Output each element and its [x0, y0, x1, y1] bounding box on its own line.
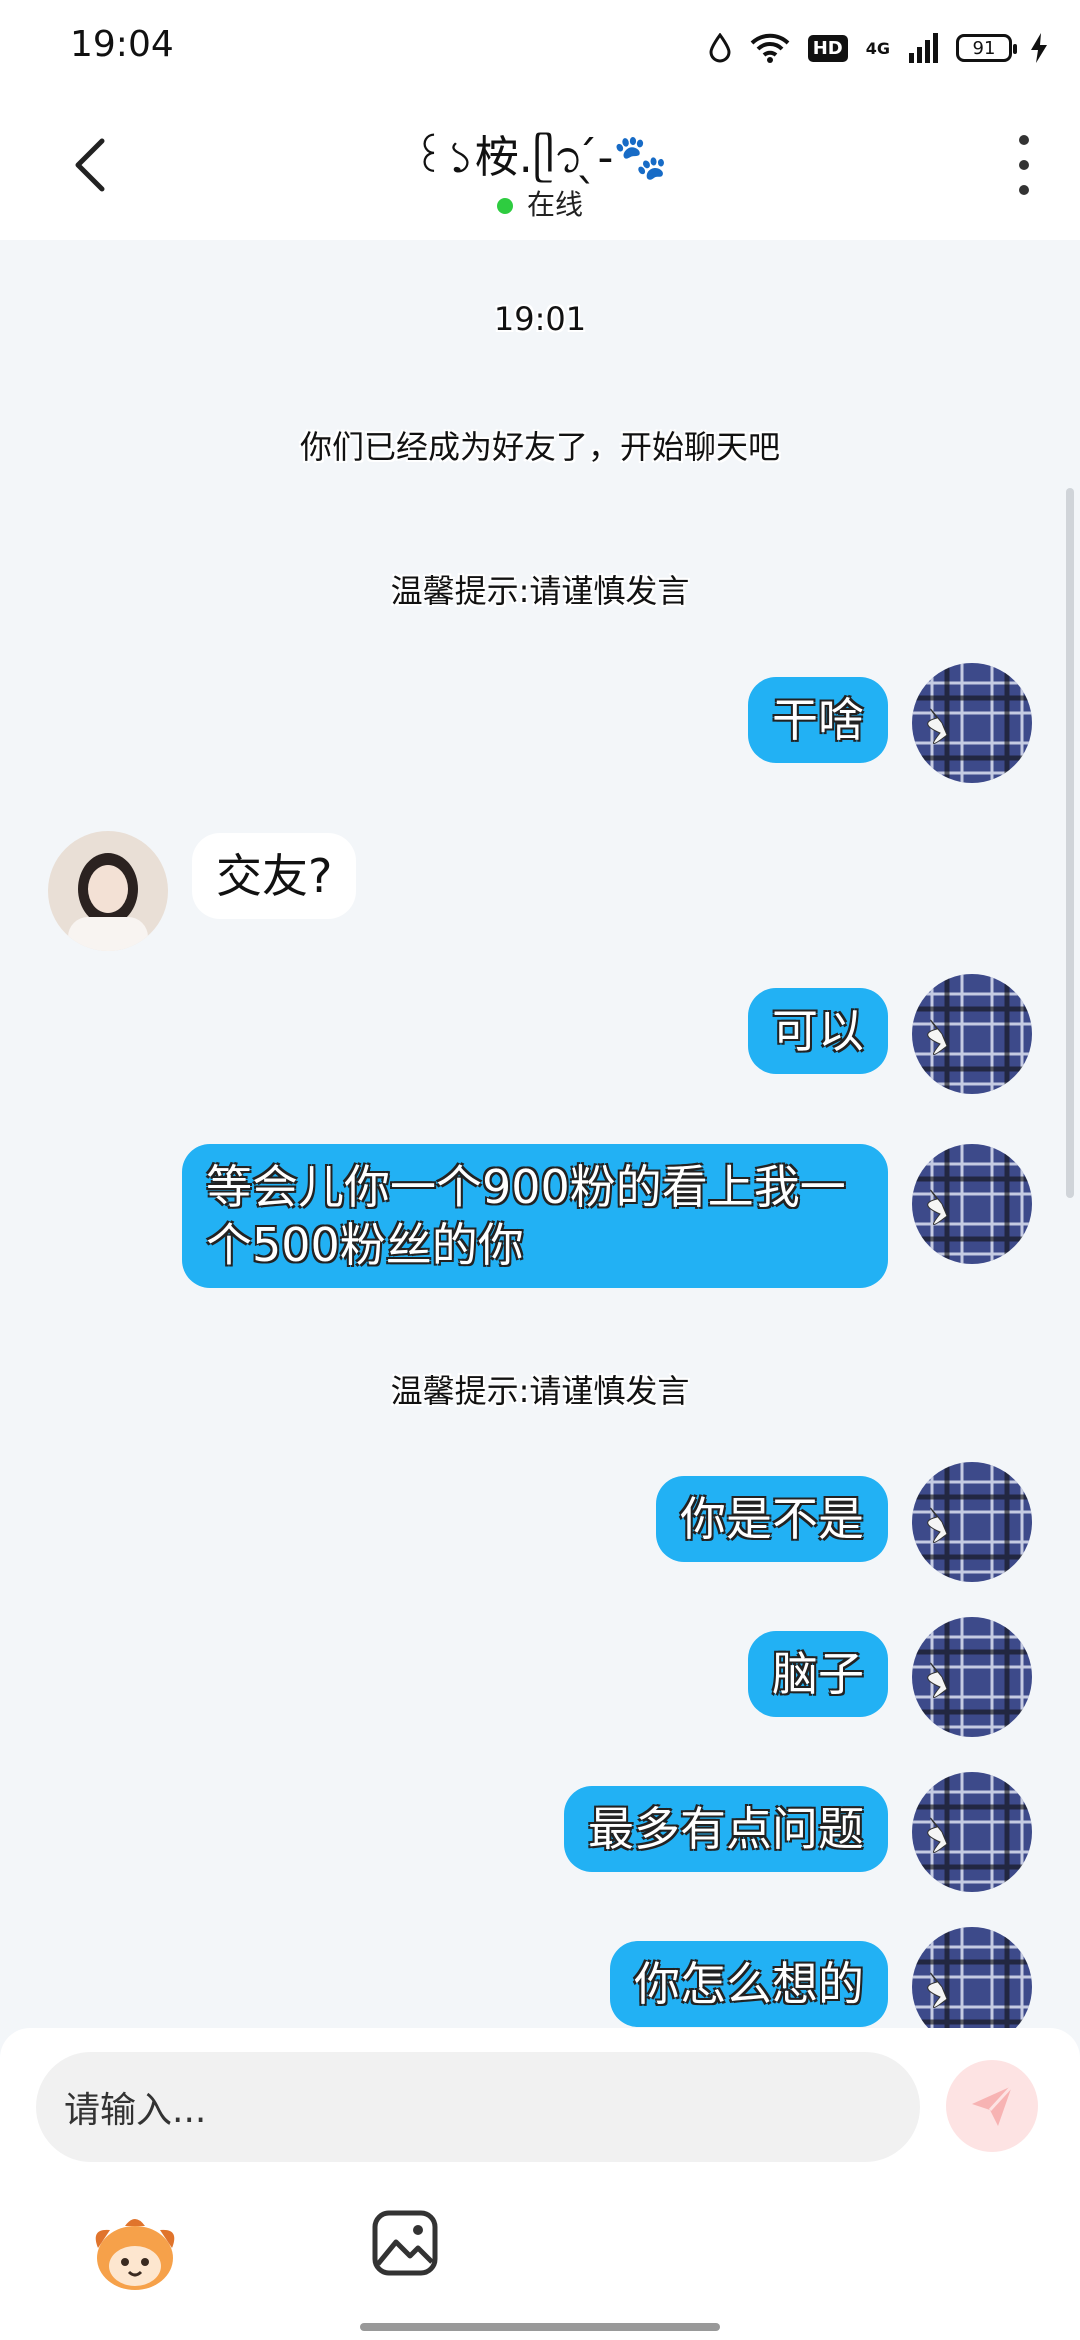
status-time: 19:04 [70, 24, 174, 65]
plaid-avatar-image [912, 1617, 1032, 1737]
send-button[interactable] [946, 2060, 1038, 2152]
charging-icon [1031, 33, 1047, 63]
message-bubble[interactable]: 脑子 [748, 1631, 888, 1717]
message-bubble[interactable]: 交友? [192, 833, 357, 919]
warning-tip: 温馨提示:请谨慎发言 [390, 572, 690, 610]
wifi-icon [750, 33, 790, 63]
friend-notice: 你们已经成为好友了，开始聊天吧 [299, 428, 780, 466]
message-bubble[interactable]: 等会儿你一个900粉的看上我一个500粉丝的你 [182, 1144, 888, 1288]
signal-icon [909, 33, 938, 63]
message-timestamp: 19:01 [493, 300, 587, 338]
message-input[interactable]: 请输入... [36, 2052, 920, 2162]
plaid-avatar-image [912, 1927, 1032, 2028]
water-drop-icon [709, 33, 731, 63]
send-icon [972, 2084, 1014, 2126]
my-avatar[interactable] [912, 1772, 1032, 1892]
mascot-button[interactable] [90, 2208, 180, 2298]
network-type: 4G [865, 38, 890, 58]
chat-area[interactable]: 19:01 你们已经成为好友了，开始聊天吧 温馨提示:请谨慎发言 干啥 交友? … [0, 240, 1080, 2028]
plaid-avatar-image [912, 1462, 1032, 1582]
status-bar: 19:04 HD 4G 91 [0, 0, 1080, 95]
image-icon [372, 2210, 438, 2276]
plaid-avatar-image [912, 1144, 1032, 1264]
message-bubble[interactable]: 最多有点问题 [564, 1786, 888, 1872]
mascot-icon [95, 2219, 175, 2290]
my-avatar[interactable] [912, 1462, 1032, 1582]
more-icon-dot [1019, 160, 1029, 170]
online-label: 在线 [526, 188, 583, 221]
my-avatar[interactable] [912, 1927, 1032, 2028]
more-button[interactable] [1004, 135, 1044, 195]
status-icons: HD 4G 91 [708, 28, 1048, 68]
message-bubble[interactable]: 你怎么想的 [610, 1941, 888, 2027]
message-bubble[interactable]: 干啥 [748, 677, 888, 763]
chat-header: ꒰১桉.ᥫ᭡ ̖́-🐾 在线 [0, 95, 1080, 240]
my-avatar[interactable] [912, 1144, 1032, 1264]
girl-avatar-image [48, 831, 168, 951]
online-dot [496, 198, 513, 214]
home-indicator[interactable] [360, 2323, 720, 2331]
input-panel: 请输入... [0, 2028, 1080, 2340]
plaid-avatar-image [912, 974, 1032, 1094]
plaid-avatar-image [912, 663, 1032, 783]
battery-indicator: 91 [956, 34, 1017, 62]
image-button[interactable] [370, 2208, 440, 2278]
contact-avatar[interactable] [48, 831, 168, 951]
warning-tip: 温馨提示:请谨慎发言 [390, 1372, 690, 1410]
hd-badge: HD [807, 34, 848, 62]
my-avatar[interactable] [912, 663, 1032, 783]
plaid-avatar-image [912, 1772, 1032, 1892]
my-avatar[interactable] [912, 1617, 1032, 1737]
message-bubble[interactable]: 你是不是 [656, 1476, 888, 1562]
my-avatar[interactable] [912, 974, 1032, 1094]
online-status: 在线 [0, 183, 1080, 223]
message-bubble[interactable]: 可以 [748, 988, 888, 1074]
more-icon-dot [1019, 185, 1029, 195]
more-icon-dot [1019, 135, 1029, 145]
